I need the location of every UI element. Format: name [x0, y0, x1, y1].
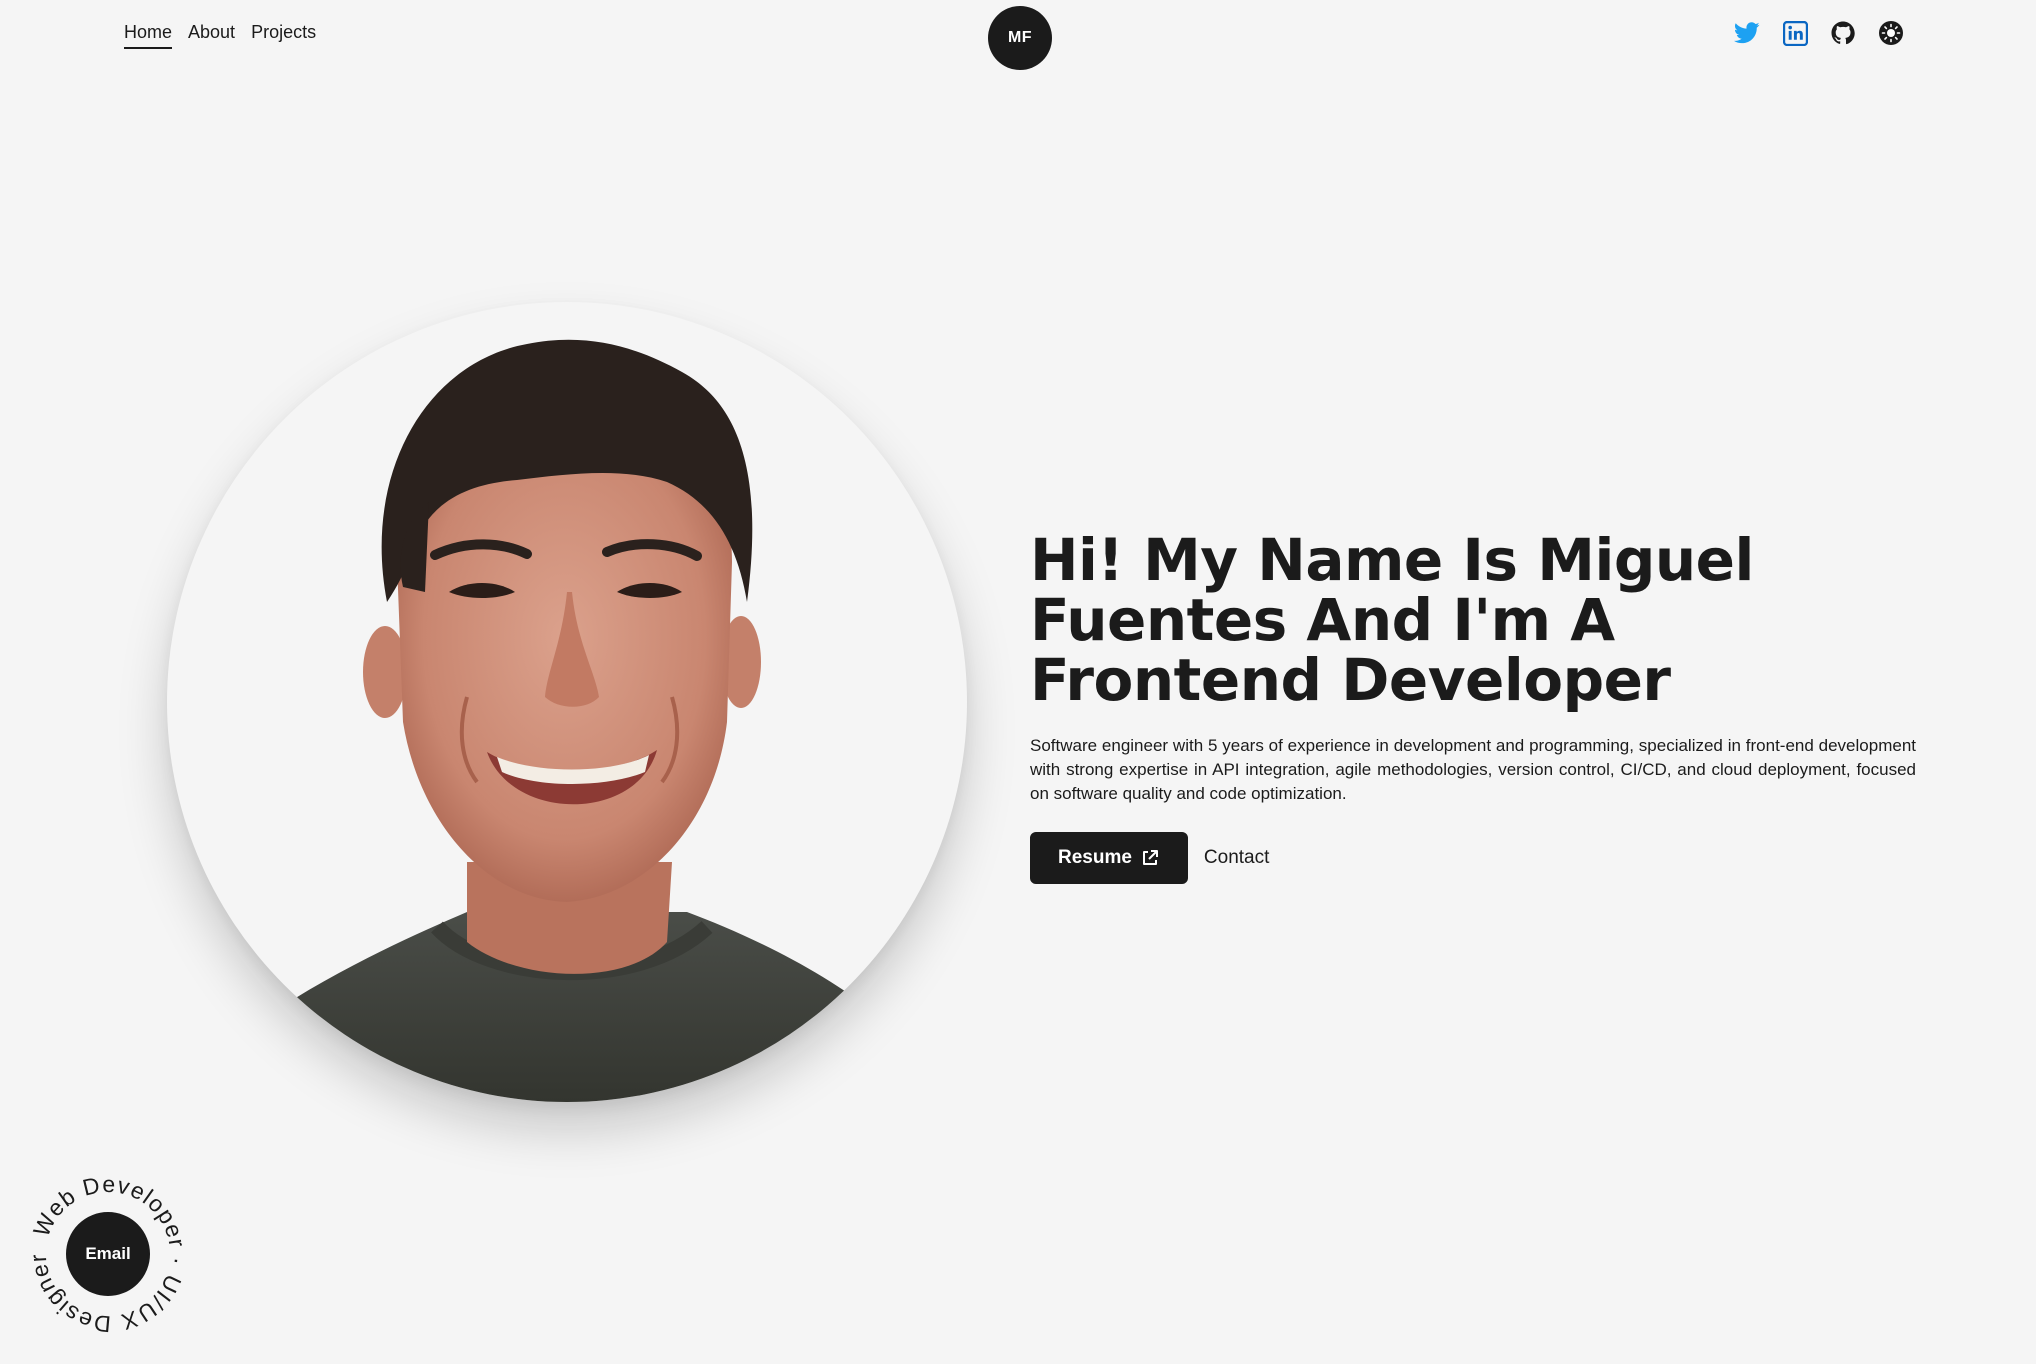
github-icon[interactable] [1830, 20, 1856, 46]
resume-button[interactable]: Resume [1030, 832, 1188, 884]
hero-section: Hi! My Name Is Miguel Fuentes And I'm A … [1030, 530, 1916, 884]
hero-headline: Hi! My Name Is Miguel Fuentes And I'm A … [1030, 526, 1754, 714]
linkedin-icon[interactable] [1782, 20, 1808, 46]
profile-photo [167, 302, 967, 1102]
nav-home-link[interactable]: Home [124, 22, 173, 49]
site-header: Home About Projects MF [0, 0, 2036, 80]
main-nav: Home About Projects [124, 22, 316, 49]
email-button-label: Email [85, 1244, 131, 1263]
nav-about-link[interactable]: About [188, 22, 235, 47]
email-button[interactable]: Email [66, 1212, 150, 1296]
twitter-icon[interactable] [1734, 20, 1760, 46]
portrait-illustration [167, 339, 967, 1102]
social-links [1734, 20, 1904, 46]
resume-button-label: Resume [1058, 847, 1132, 868]
logo-text: MF [1007, 29, 1033, 46]
nav-projects-link[interactable]: Projects [251, 22, 316, 47]
contact-link[interactable]: Contact [1204, 847, 1269, 869]
external-link-icon [1142, 850, 1158, 865]
email-badge: Web Developer · UI/UX Designer · Email [28, 1174, 188, 1334]
hero-bio: Software engineer with 5 years of experi… [1030, 736, 1916, 803]
logo-badge[interactable]: MF [988, 6, 1052, 70]
theme-toggle-icon[interactable] [1878, 20, 1904, 46]
hero-actions: Resume Contact [1030, 832, 1916, 884]
